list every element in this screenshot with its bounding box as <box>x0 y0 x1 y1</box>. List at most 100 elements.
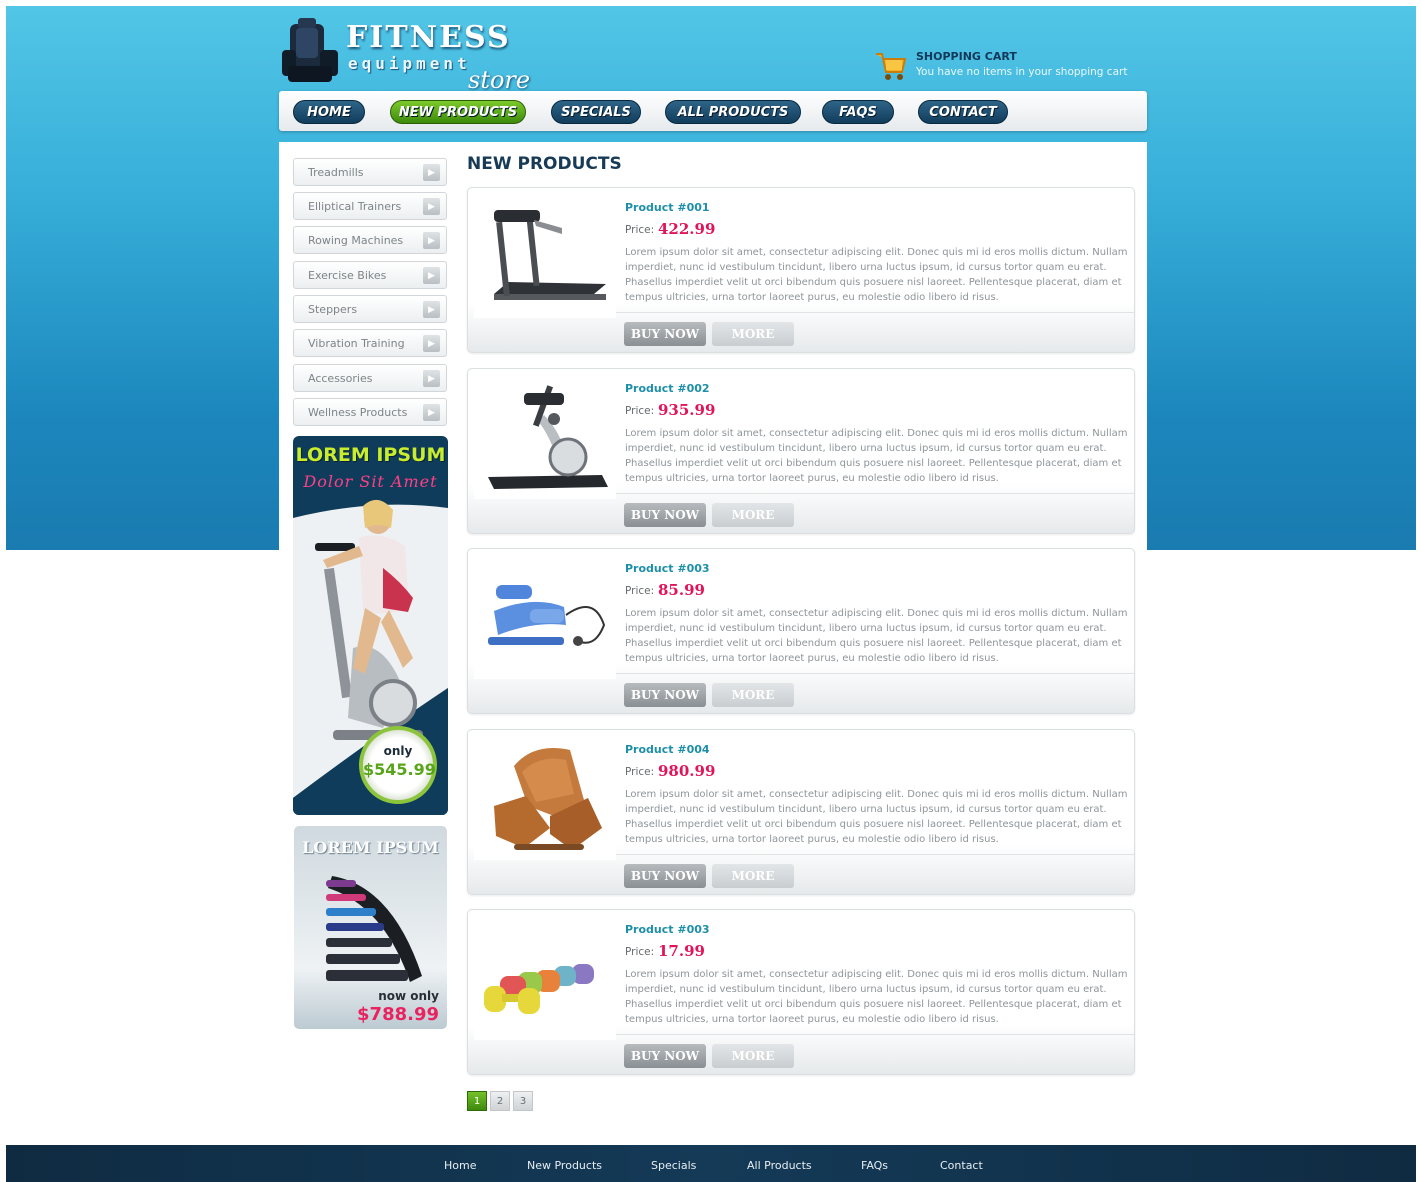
buy-now-button[interactable]: BUY NOW <box>624 1044 706 1068</box>
arrow-right-icon: ▶ <box>423 404 440 421</box>
buy-now-button[interactable]: BUY NOW <box>624 322 706 346</box>
more-button[interactable]: MORE <box>712 1044 794 1068</box>
more-button[interactable]: MORE <box>712 864 794 888</box>
more-button[interactable]: MORE <box>712 322 794 346</box>
price-label: Price: <box>625 224 655 236</box>
footer-link-faqs[interactable]: FAQs <box>861 1159 888 1172</box>
footer-link-all-products[interactable]: All Products <box>747 1159 812 1172</box>
divider <box>616 673 1134 674</box>
promo-now-only: now only <box>378 989 439 1003</box>
badge-only-label: only <box>383 744 413 758</box>
nav-specials[interactable]: SPECIALS <box>551 100 641 124</box>
footer-link-home[interactable]: Home <box>444 1159 476 1172</box>
price-label: Price: <box>625 405 655 417</box>
footer-link-contact[interactable]: Contact <box>940 1159 983 1172</box>
product-price: 980.99 <box>658 762 716 780</box>
footer-link-new-products[interactable]: New Products <box>527 1159 602 1172</box>
stepper-image[interactable] <box>474 555 616 679</box>
nav-faqs[interactable]: FAQS <box>822 100 894 124</box>
elliptical-trainer-image[interactable] <box>474 375 616 499</box>
badge-price: $545.99 <box>363 760 436 779</box>
logo-title: FITNESS <box>346 20 511 55</box>
divider <box>616 854 1134 855</box>
product-description: Lorem ipsum dolor sit amet, consectetur … <box>625 789 1128 845</box>
massage-chair-image[interactable] <box>474 736 616 860</box>
nav-all-products[interactable]: ALL PRODUCTS <box>665 100 801 124</box>
more-button[interactable]: MORE <box>712 683 794 707</box>
price-label: Price: <box>625 585 655 597</box>
product-name[interactable]: Product #003 <box>625 562 710 575</box>
arrow-right-icon: ▶ <box>423 370 440 387</box>
sidebar-item-rowing-machines[interactable]: Rowing Machines ▶ <box>293 226 447 254</box>
product-price: 85.99 <box>658 581 705 599</box>
product-name[interactable]: Product #004 <box>625 743 710 756</box>
sidebar-item-label: Wellness Products <box>308 406 408 419</box>
sidebar-item-treadmills[interactable]: Treadmills ▶ <box>293 158 447 186</box>
sidebar-item-elliptical-trainers[interactable]: Elliptical Trainers ▶ <box>293 192 447 220</box>
promo-subtitle: Dolor Sit Amet <box>303 472 438 491</box>
sidebar-item-label: Steppers <box>308 303 358 316</box>
arrow-right-icon: ▶ <box>423 267 440 284</box>
footer: Home New Products Specials All Products … <box>6 1145 1416 1182</box>
sidebar-item-steppers[interactable]: Steppers ▶ <box>293 295 447 323</box>
sidebar-item-label: Treadmills <box>308 166 364 179</box>
promo-price: $788.99 <box>357 1004 439 1025</box>
sidebar-item-accessories[interactable]: Accessories ▶ <box>293 364 447 392</box>
page-3-button[interactable]: 3 <box>513 1091 533 1111</box>
sidebar-item-vibration-training[interactable]: Vibration Training ▶ <box>293 329 447 357</box>
price-label: Price: <box>625 766 655 778</box>
product-description: Lorem ipsum dolor sit amet, consectetur … <box>625 608 1128 664</box>
store-logo[interactable]: FITNESS equipment store <box>280 14 540 94</box>
logo-script: store <box>468 66 531 94</box>
price-badge: only $545.99 <box>359 726 437 804</box>
product-price: 17.99 <box>658 942 705 960</box>
product-price: 422.99 <box>658 220 716 238</box>
product-price: 935.99 <box>658 401 716 419</box>
arrow-right-icon: ▶ <box>423 301 440 318</box>
buy-now-button[interactable]: BUY NOW <box>624 864 706 888</box>
product-card: Product #003 Price: 17.99 Lorem ipsum do… <box>467 909 1135 1075</box>
cart-status: You have no items in your shopping cart <box>916 66 1128 78</box>
sidebar-item-label: Accessories <box>308 372 373 385</box>
product-description: Lorem ipsum dolor sit amet, consectetur … <box>625 969 1128 1025</box>
product-card: Product #001 Price: 422.99 Lorem ipsum d… <box>467 187 1135 353</box>
treadmill-image[interactable] <box>474 194 616 318</box>
sidebar-item-label: Rowing Machines <box>308 234 404 247</box>
product-name[interactable]: Product #001 <box>625 201 710 214</box>
divider <box>616 312 1134 313</box>
shopping-cart-icon <box>876 53 907 80</box>
dumbbell-rack-photo <box>326 876 422 982</box>
divider <box>616 493 1134 494</box>
buy-now-button[interactable]: BUY NOW <box>624 683 706 707</box>
arrow-right-icon: ▶ <box>423 198 440 215</box>
sidebar-item-exercise-bikes[interactable]: Exercise Bikes ▶ <box>293 261 447 289</box>
logo-subtitle: equipment <box>348 54 471 73</box>
dumbbells-image[interactable] <box>474 916 616 1040</box>
nav-new-products[interactable]: NEW PRODUCTS <box>390 100 526 124</box>
sidebar-item-label: Elliptical Trainers <box>308 200 402 213</box>
page-1-button[interactable]: 1 <box>467 1091 487 1111</box>
promo-banner-bike[interactable]: LOREM IPSUM Dolor Sit Amet only $545.99 <box>293 436 448 815</box>
sidebar-item-label: Vibration Training <box>308 337 405 350</box>
promo-title: LOREM IPSUM <box>302 838 439 857</box>
product-name[interactable]: Product #003 <box>625 923 710 936</box>
massage-chair-icon <box>282 18 338 82</box>
page-title: NEW PRODUCTS <box>467 154 622 174</box>
page-2-button[interactable]: 2 <box>490 1091 510 1111</box>
nav-contact[interactable]: CONTACT <box>918 100 1008 124</box>
arrow-right-icon: ▶ <box>423 335 440 352</box>
product-description: Lorem ipsum dolor sit amet, consectetur … <box>625 247 1128 303</box>
product-name[interactable]: Product #002 <box>625 382 710 395</box>
sidebar-item-label: Exercise Bikes <box>308 269 387 282</box>
arrow-right-icon: ▶ <box>423 232 440 249</box>
product-card: Product #003 Price: 85.99 Lorem ipsum do… <box>467 548 1135 714</box>
promo-banner-dumbbells[interactable]: LOREM IPSUM now only $788.99 <box>294 826 447 1029</box>
sidebar-item-wellness-products[interactable]: Wellness Products ▶ <box>293 398 447 426</box>
nav-home[interactable]: HOME <box>293 100 365 124</box>
buy-now-button[interactable]: BUY NOW <box>624 503 706 527</box>
promo-title: LOREM IPSUM <box>295 444 446 466</box>
footer-link-specials[interactable]: Specials <box>651 1159 696 1172</box>
more-button[interactable]: MORE <box>712 503 794 527</box>
shopping-cart[interactable]: SHOPPING CART You have no items in your … <box>874 48 1154 84</box>
product-card: Product #004 Price: 980.99 Lorem ipsum d… <box>467 729 1135 895</box>
